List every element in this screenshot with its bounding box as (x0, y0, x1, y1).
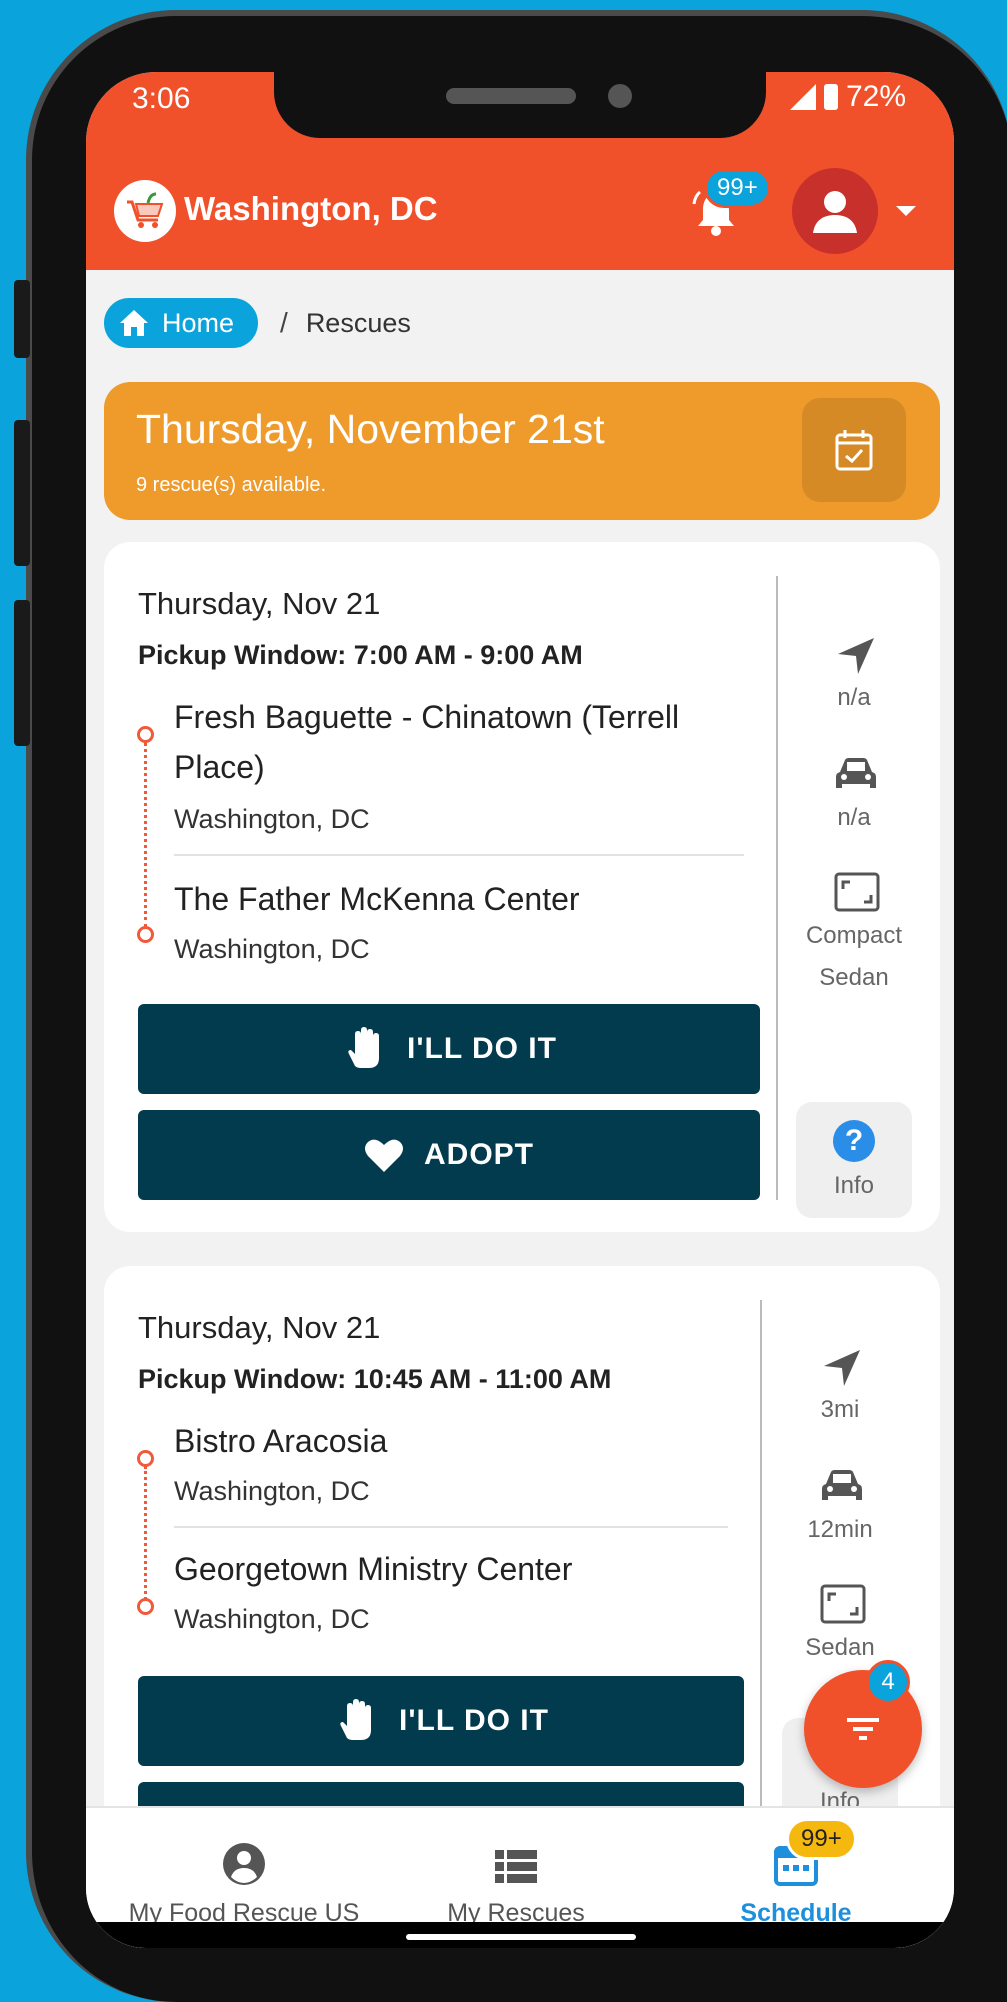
food-cart-icon (127, 192, 164, 228)
filter-count-badge: 4 (866, 1660, 910, 1704)
rescue-date: Thursday, Nov 21 (138, 1310, 381, 1345)
distance-value: 3mi (820, 1396, 860, 1423)
help-icon: ? (833, 1120, 875, 1162)
status-time: 3:06 (132, 82, 191, 115)
pickup-city: Washington, DC (174, 1476, 370, 1506)
info-button[interactable]: ? Info (796, 1102, 912, 1218)
dropoff-city: Washington, DC (174, 1604, 370, 1634)
home-indicator[interactable] (406, 1934, 636, 1940)
pickup-marker-icon (137, 726, 154, 743)
drive-time-value: n/a (837, 804, 871, 831)
nav-my-rescues[interactable]: My Rescues (416, 1808, 616, 1928)
car-icon (836, 758, 876, 788)
navigation-arrow-icon (838, 638, 874, 674)
person-icon (813, 191, 857, 233)
phone-side-button (14, 600, 30, 746)
home-icon (120, 310, 148, 336)
card-divider (776, 576, 778, 1200)
breadcrumb-current: Rescues (305, 307, 411, 338)
distance-value: n/a (837, 684, 871, 711)
heart-icon (365, 1139, 403, 1172)
dropoff-name: The Father McKenna Center (174, 881, 580, 917)
battery-level: 72% (845, 80, 906, 113)
pickup-window: Pickup Window: 7:00 AM - 9:00 AM (138, 640, 583, 670)
dropoff-marker-icon (137, 926, 154, 943)
app-screen: 3:06 72% Washington, DC 99+ Home / Rescu… (86, 72, 954, 1948)
camera-notch (274, 72, 766, 138)
route-line (144, 1466, 147, 1600)
adopt-label: ADOPT (424, 1138, 534, 1171)
rescue-date: Thursday, Nov 21 (138, 586, 381, 621)
stop-divider (174, 1526, 728, 1528)
signal-icon (789, 84, 816, 110)
do-it-button[interactable]: I'LL DO IT (138, 1676, 744, 1766)
vehicle-size-icon (834, 872, 880, 912)
stop-divider (174, 854, 744, 856)
pickup-name-continued: Place) (174, 749, 265, 785)
breadcrumb-home-label: Home (162, 307, 235, 338)
dropoff-city: Washington, DC (174, 934, 370, 964)
navigation-arrow-icon (824, 1350, 860, 1386)
date-banner: Thursday, November 21st 9 rescue(s) avai… (104, 382, 940, 520)
breadcrumb: Home / Rescues (104, 298, 411, 348)
route-line (144, 742, 147, 928)
vehicle-size-icon (820, 1584, 866, 1624)
adopt-button[interactable]: ADOPT (138, 1110, 760, 1200)
rescue-card[interactable]: Thursday, Nov 21 Pickup Window: 7:00 AM … (104, 542, 940, 1232)
rescue-count-text: 9 rescue(s) available. (136, 474, 327, 496)
account-circle-icon (223, 1843, 265, 1885)
schedule-count-badge: 99+ (786, 1818, 857, 1860)
dropoff-marker-icon (137, 1598, 154, 1615)
app-logo[interactable] (114, 180, 176, 242)
camera-lens (608, 84, 632, 108)
hand-icon (348, 1027, 380, 1068)
pickup-name: Bistro Aracosia (174, 1423, 388, 1459)
calendar-check-icon (835, 430, 873, 471)
vehicle-type: Compact (805, 922, 903, 949)
pickup-marker-icon (137, 1450, 154, 1467)
location-title[interactable]: Washington, DC (184, 190, 438, 228)
date-banner-title: Thursday, November 21st (136, 406, 605, 452)
do-it-label: I'LL DO IT (399, 1704, 549, 1737)
phone-side-button (14, 420, 30, 566)
phone-side-button (14, 280, 30, 358)
chevron-down-icon[interactable] (896, 206, 916, 216)
pickup-city: Washington, DC (174, 804, 370, 834)
vehicle-type-continued: Sedan (819, 964, 889, 991)
speaker-grille (446, 88, 576, 104)
do-it-label: I'LL DO IT (407, 1032, 557, 1065)
drive-time-value: 12min (807, 1516, 873, 1543)
car-icon (822, 1470, 862, 1500)
pickup-window: Pickup Window: 10:45 AM - 11:00 AM (138, 1364, 612, 1394)
app-header: 3:06 72% Washington, DC 99+ (86, 72, 954, 270)
info-label: Info (833, 1172, 875, 1199)
breadcrumb-home[interactable]: Home (104, 298, 259, 348)
profile-avatar-button[interactable] (792, 168, 878, 254)
do-it-button[interactable]: I'LL DO IT (138, 1004, 760, 1094)
filter-icon (847, 1718, 879, 1740)
dropoff-name: Georgetown Ministry Center (174, 1551, 573, 1587)
notification-count-badge: 99+ (704, 168, 771, 208)
breadcrumb-separator: / (280, 307, 288, 338)
status-indicators: 72% (789, 80, 906, 114)
list-icon (495, 1850, 537, 1883)
hand-icon (340, 1699, 372, 1740)
date-picker-button[interactable] (802, 398, 906, 502)
nav-my-food-rescue[interactable]: My Food Rescue US (114, 1808, 374, 1928)
battery-icon (823, 84, 838, 110)
pickup-name: Fresh Baguette - Chinatown (Terrell (174, 699, 680, 735)
